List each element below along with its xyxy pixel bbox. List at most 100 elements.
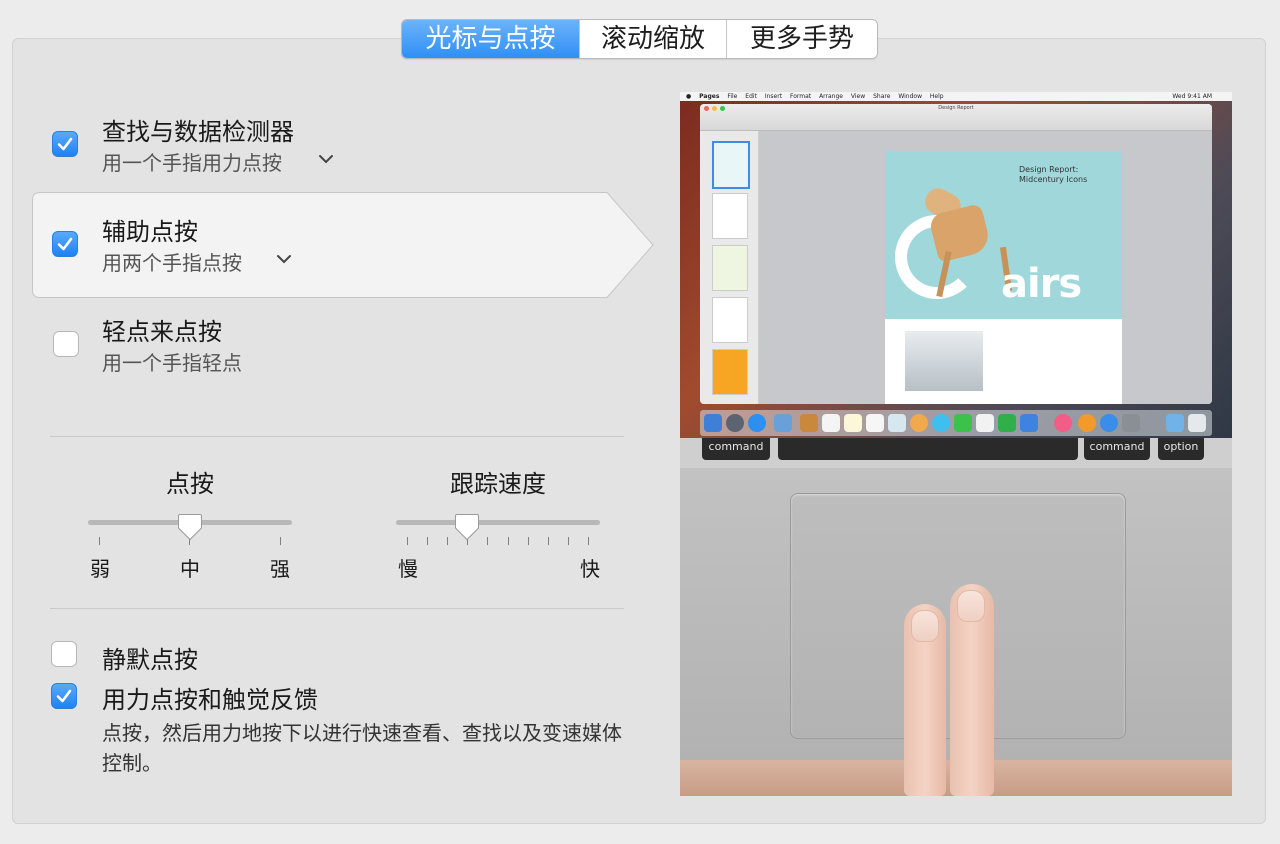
page-thumb	[712, 141, 750, 189]
system-preferences-icon	[1122, 414, 1140, 432]
secondary-click-subtitle[interactable]: 用两个手指点按	[102, 247, 242, 276]
photos-icon	[910, 414, 928, 432]
menu-item: Edit	[745, 93, 757, 100]
tab-scroll-zoom[interactable]: 滚动缩放	[579, 20, 726, 58]
secondary-click-title: 辅助点按	[102, 218, 198, 246]
fingernail	[911, 610, 939, 642]
fingernail	[957, 590, 985, 622]
tracking-max-label: 快	[580, 557, 600, 581]
secondary-click-checkbox[interactable]	[52, 231, 78, 257]
click-tick-label: 中	[180, 557, 200, 581]
maps-icon	[888, 414, 906, 432]
force-click-title: 用力点按和触觉反馈	[102, 686, 318, 714]
lookup-checkbox[interactable]	[52, 131, 78, 157]
downloads-folder-icon	[1166, 414, 1184, 432]
command-key: command	[1084, 438, 1150, 460]
slider-tick	[507, 537, 509, 545]
finder-icon	[704, 414, 722, 432]
click-tick-label: 强	[270, 557, 290, 581]
numbers-icon	[998, 414, 1016, 432]
trash-icon	[1188, 414, 1206, 432]
slider-tick	[99, 537, 100, 545]
page-thumbnails	[700, 131, 759, 404]
divider	[50, 608, 624, 609]
keynote-icon	[1020, 414, 1038, 432]
doc-heading: Design Report: Midcentury Icons	[1019, 165, 1088, 184]
doc-photo	[905, 331, 983, 391]
click-slider-label: 点按	[166, 470, 214, 498]
space-bar	[778, 438, 1078, 460]
menu-item: Share	[873, 93, 891, 100]
chevron-down-icon[interactable]	[276, 253, 292, 265]
window-toolbar: Design Report	[700, 104, 1212, 131]
tracking-speed-label: 跟踪速度	[450, 470, 546, 498]
slider-tick	[487, 537, 489, 545]
page-thumb	[712, 245, 748, 291]
menu-item: Pages	[699, 93, 720, 100]
menu-item: Format	[789, 93, 812, 100]
command-key: command	[702, 438, 770, 460]
cover-image: airs Design Report: Midcentury Icons	[885, 151, 1122, 319]
menu-item: Arrange	[819, 93, 843, 100]
slider-tick	[447, 537, 449, 545]
mail-icon	[774, 414, 792, 432]
menubar-clock: Wed 9:41 AM	[1172, 93, 1212, 100]
chevron-down-icon[interactable]	[318, 153, 334, 165]
launchpad-icon	[726, 414, 744, 432]
slider-tick	[407, 537, 408, 545]
notes-icon	[844, 414, 862, 432]
doc-big-text: airs	[1001, 261, 1082, 307]
slider-tick	[547, 537, 549, 545]
keyboard-row: command command option	[680, 438, 1232, 468]
app-store-icon	[1100, 414, 1118, 432]
middle-finger	[950, 584, 994, 796]
slider-tick	[567, 537, 569, 545]
facetime-icon	[954, 414, 972, 432]
slider-tick	[527, 537, 529, 545]
menu-item: View	[850, 93, 866, 100]
divider	[50, 436, 624, 437]
menu-item: File	[727, 93, 738, 100]
force-click-description: 点按，然后用力地按下以进行快速查看、查找以及变速媒体控制。	[102, 721, 622, 775]
silent-click-checkbox[interactable]	[51, 641, 77, 667]
click-slider-knob[interactable]	[177, 513, 203, 541]
page-thumb	[712, 349, 748, 395]
lookup-title: 查找与数据检测器	[102, 118, 294, 146]
messages-icon	[932, 414, 950, 432]
tab-bar: 光标与点按 滚动缩放 更多手势	[401, 19, 878, 59]
ibooks-icon	[1078, 414, 1096, 432]
document-canvas: airs Design Report: Midcentury Icons	[759, 131, 1212, 404]
tap-to-click-title: 轻点来点按	[102, 318, 222, 346]
index-finger	[904, 604, 946, 796]
mac-screen: ● Pages File Edit Insert Format Arrange …	[680, 92, 1232, 438]
window-title: Design Report	[938, 105, 974, 111]
tab-more-gestures[interactable]: 更多手势	[726, 20, 877, 58]
tracking-slider-track[interactable]	[396, 520, 600, 525]
option-key: option	[1158, 438, 1204, 460]
slider-tick	[588, 537, 589, 545]
tap-to-click-checkbox[interactable]	[53, 331, 79, 357]
pages-window: Design Report airs Design Report: Midcen…	[700, 104, 1212, 404]
contacts-icon	[800, 414, 818, 432]
checkmark-icon	[57, 237, 73, 251]
lookup-subtitle[interactable]: 用一个手指用力点按	[102, 147, 282, 176]
page-thumb	[712, 193, 748, 239]
document-page: airs Design Report: Midcentury Icons	[885, 151, 1122, 404]
force-click-checkbox[interactable]	[51, 683, 77, 709]
pages-icon	[976, 414, 994, 432]
tracking-slider-knob[interactable]	[454, 513, 480, 541]
slider-tick	[280, 537, 281, 545]
tap-to-click-subtitle: 用一个手指轻点	[102, 351, 242, 375]
calendar-icon	[822, 414, 840, 432]
checkmark-icon	[57, 137, 73, 151]
checkmark-icon	[56, 689, 72, 703]
click-tick-label: 弱	[90, 557, 110, 581]
page-thumb	[712, 297, 748, 343]
silent-click-title: 静默点按	[102, 646, 198, 674]
menu-bar: ● Pages File Edit Insert Format Arrange …	[680, 92, 1232, 101]
tab-point-click[interactable]: 光标与点按	[402, 20, 579, 58]
menu-item: Window	[898, 93, 922, 100]
itunes-icon	[1054, 414, 1072, 432]
gesture-preview-video: ● Pages File Edit Insert Format Arrange …	[680, 92, 1232, 796]
dock	[700, 410, 1212, 436]
